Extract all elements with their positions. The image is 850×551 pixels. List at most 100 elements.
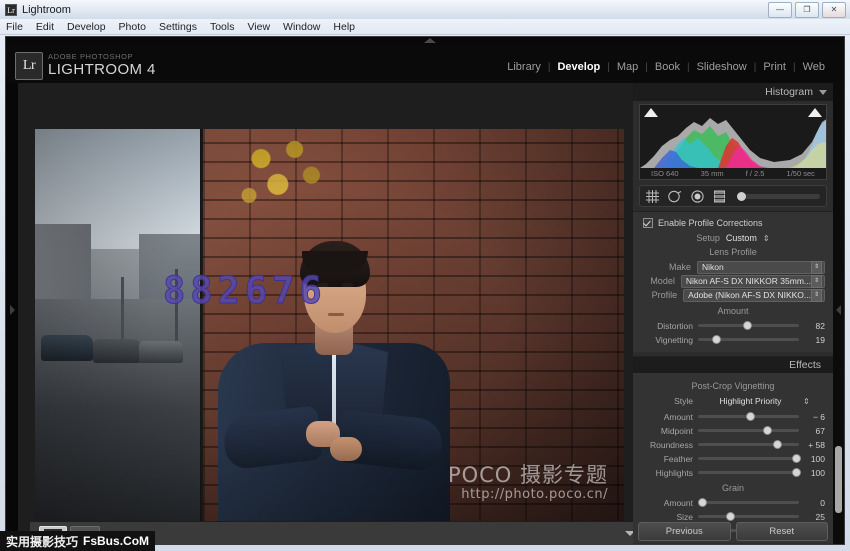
slider-knob[interactable]	[698, 498, 707, 507]
menu-bar: File Edit Develop Photo Settings Tools V…	[0, 19, 850, 35]
module-library[interactable]: Library	[500, 61, 548, 73]
app-icon: Lr	[5, 3, 17, 16]
vignette-roundness-value: + 58	[808, 439, 825, 450]
photo-watermark: POCO 摄影专题 http://photo.poco.cn/	[448, 463, 608, 503]
module-book[interactable]: Book	[648, 61, 687, 73]
menu-item-window[interactable]: Window	[283, 21, 320, 33]
vignetting-label: Vignetting	[655, 334, 693, 345]
module-map[interactable]: Map	[610, 61, 645, 73]
setup-row[interactable]: Setup Custom ⇕	[641, 233, 825, 243]
lens-model-label: Model	[650, 276, 675, 286]
vignette-midpoint-row: Midpoint 67	[641, 424, 825, 437]
module-develop[interactable]: Develop	[550, 61, 607, 73]
maximize-button[interactable]: ❐	[795, 2, 819, 18]
lens-corrections-body: Enable Profile Corrections Setup Custom …	[633, 212, 833, 352]
vignette-roundness-row: Roundness + 58	[641, 438, 825, 451]
menu-item-help[interactable]: Help	[333, 21, 355, 33]
menu-item-settings[interactable]: Settings	[159, 21, 197, 33]
module-print[interactable]: Print	[756, 61, 793, 73]
vignette-highlights-slider[interactable]	[698, 468, 801, 477]
grain-amount-label: Amount	[663, 497, 693, 508]
vignette-feather-slider[interactable]	[698, 454, 801, 463]
distortion-label: Distortion	[657, 320, 693, 331]
post-crop-vignetting-header: Post-Crop Vignetting	[691, 381, 775, 391]
menu-item-file[interactable]: File	[6, 21, 23, 33]
slider-knob[interactable]	[762, 426, 772, 435]
previous-button[interactable]: Previous	[638, 521, 731, 541]
lens-make-row: Make Nikon ⇕	[641, 260, 825, 274]
collapse-right-panel-icon[interactable]	[836, 305, 841, 315]
slider-knob[interactable]	[772, 440, 782, 449]
graduated-filter-tool-icon[interactable]	[713, 190, 726, 203]
histogram-curve	[640, 118, 826, 168]
spot-removal-tool-icon[interactable]	[668, 190, 682, 203]
slider-knob[interactable]	[746, 412, 756, 421]
select-arrows-icon[interactable]: ⇕	[811, 274, 822, 288]
setup-value[interactable]: Custom	[726, 233, 757, 243]
histogram-header[interactable]: Histogram	[633, 83, 833, 101]
vignette-style-row[interactable]: Style Highlight Priority ⇕	[641, 394, 825, 408]
grain-header: Grain	[721, 483, 744, 493]
right-panel-scrollbar-thumb[interactable]	[835, 446, 842, 513]
close-button[interactable]: ✕	[822, 2, 846, 18]
effects-header[interactable]: Effects	[633, 357, 833, 373]
lightroom-app: Lr ADOBE PHOTOSHOP LIGHTROOM 4 Library |…	[5, 36, 845, 545]
grain-size-slider[interactable]	[698, 512, 799, 521]
vignette-roundness-label: Roundness	[649, 439, 693, 450]
lens-model-select[interactable]: Nikon AF-S DX NIKKOR 35mm... ⇕	[680, 274, 825, 288]
exif-aperture: f / 2.5	[745, 168, 765, 178]
updown-arrows-icon[interactable]: ⇕	[763, 234, 770, 243]
reset-button[interactable]: Reset	[735, 521, 828, 541]
vignette-roundness-slider[interactable]	[698, 440, 799, 449]
enable-profile-corrections-label: Enable Profile Corrections	[658, 218, 763, 228]
select-arrows-icon[interactable]: ⇕	[811, 260, 822, 274]
lens-make-select[interactable]: Nikon ⇕	[697, 260, 825, 274]
vignette-style-value[interactable]: Highlight Priority	[698, 396, 803, 406]
menu-item-edit[interactable]: Edit	[36, 21, 54, 33]
lens-profile-select[interactable]: Adobe (Nikon AF-S DX NIKKO... ⇕	[683, 288, 825, 302]
watermark-url: http://photo.poco.cn/	[461, 487, 608, 502]
identity-bar: Lr ADOBE PHOTOSHOP LIGHTROOM 4 Library |…	[6, 47, 844, 83]
grain-amount-slider[interactable]	[698, 498, 799, 507]
slider-knob[interactable]	[791, 454, 801, 463]
collapse-top-panel-icon[interactable]	[424, 38, 436, 43]
watermark-text-cn: 实用摄影技巧	[6, 534, 79, 549]
photo-image: 882676 POCO 摄影专题 http://photo.poco.cn/	[35, 129, 624, 543]
lens-make-value: Nikon	[702, 262, 724, 272]
vignetting-slider-row: Vignetting 19	[641, 333, 825, 346]
menu-item-photo[interactable]: Photo	[119, 21, 146, 33]
exif-focal-length: 35 mm	[700, 168, 724, 178]
slider-knob[interactable]	[791, 468, 801, 477]
adjustment-brush-size-slider[interactable]	[737, 191, 820, 201]
enable-profile-corrections-row[interactable]: Enable Profile Corrections	[641, 216, 825, 231]
menu-item-tools[interactable]: Tools	[210, 21, 235, 33]
minimize-button[interactable]: —	[768, 2, 792, 18]
vignette-amount-row: Amount − 6	[641, 410, 825, 423]
top-panel-strip[interactable]	[6, 37, 844, 47]
vignetting-slider[interactable]	[698, 335, 799, 344]
slider-knob[interactable]	[712, 335, 722, 344]
vignette-amount-slider[interactable]	[698, 412, 799, 421]
menu-item-view[interactable]: View	[247, 21, 270, 33]
checkbox-icon[interactable]	[643, 218, 653, 228]
module-web[interactable]: Web	[796, 61, 832, 73]
updown-arrows-icon[interactable]: ⇕	[803, 397, 825, 406]
amount-header: Amount	[717, 306, 749, 316]
red-eye-tool-icon[interactable]	[691, 189, 704, 203]
vignette-feather-row: Feather 100	[641, 452, 825, 465]
slider-knob[interactable]	[743, 321, 753, 330]
vignette-midpoint-slider[interactable]	[698, 426, 799, 435]
photo-preview[interactable]: 882676 POCO 摄影专题 http://photo.poco.cn/	[35, 129, 624, 543]
right-panel-strip[interactable]	[833, 83, 844, 544]
menu-item-develop[interactable]: Develop	[67, 21, 106, 33]
left-panel-strip[interactable]	[6, 83, 18, 544]
chevron-down-icon[interactable]	[819, 89, 827, 95]
distortion-slider[interactable]	[698, 321, 799, 330]
module-slideshow[interactable]: Slideshow	[690, 61, 754, 73]
expand-left-panel-icon[interactable]	[10, 305, 15, 315]
histogram-graph[interactable]: ISO 640 35 mm f / 2.5 1/50 sec	[639, 104, 827, 180]
crop-overlay-tool-icon[interactable]	[646, 189, 659, 203]
vignette-highlights-row: Highlights 100	[641, 466, 825, 479]
slider-knob[interactable]	[737, 191, 746, 201]
select-arrows-icon[interactable]: ⇕	[811, 288, 822, 302]
